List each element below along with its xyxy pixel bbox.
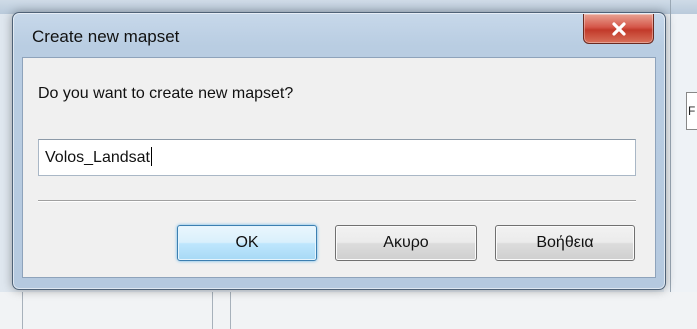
dialog-title: Create new mapset xyxy=(32,27,180,46)
separator xyxy=(38,200,636,202)
text-caret xyxy=(150,147,152,166)
ok-button[interactable]: OK xyxy=(177,225,317,261)
close-icon xyxy=(611,21,627,36)
background-partial-text: F xyxy=(688,104,696,118)
mapset-name-value: Volos_Landsat xyxy=(45,149,150,166)
help-button[interactable]: Βοήθεια xyxy=(495,225,635,261)
dialog-body: Do you want to create new mapset? Volos_… xyxy=(22,57,656,278)
mapset-name-input[interactable]: Volos_Landsat xyxy=(38,139,636,176)
background-divider xyxy=(22,292,23,329)
background-panel xyxy=(664,14,697,329)
background-bottom-area xyxy=(0,292,697,329)
background-divider xyxy=(212,292,213,329)
cancel-button[interactable]: Ακυρο xyxy=(335,225,477,261)
background-divider xyxy=(230,292,231,329)
close-button[interactable] xyxy=(583,14,654,44)
create-mapset-dialog: Create new mapset Do you want to create … xyxy=(12,12,666,290)
prompt-text: Do you want to create new mapset? xyxy=(38,85,294,102)
background-divider xyxy=(670,0,671,329)
